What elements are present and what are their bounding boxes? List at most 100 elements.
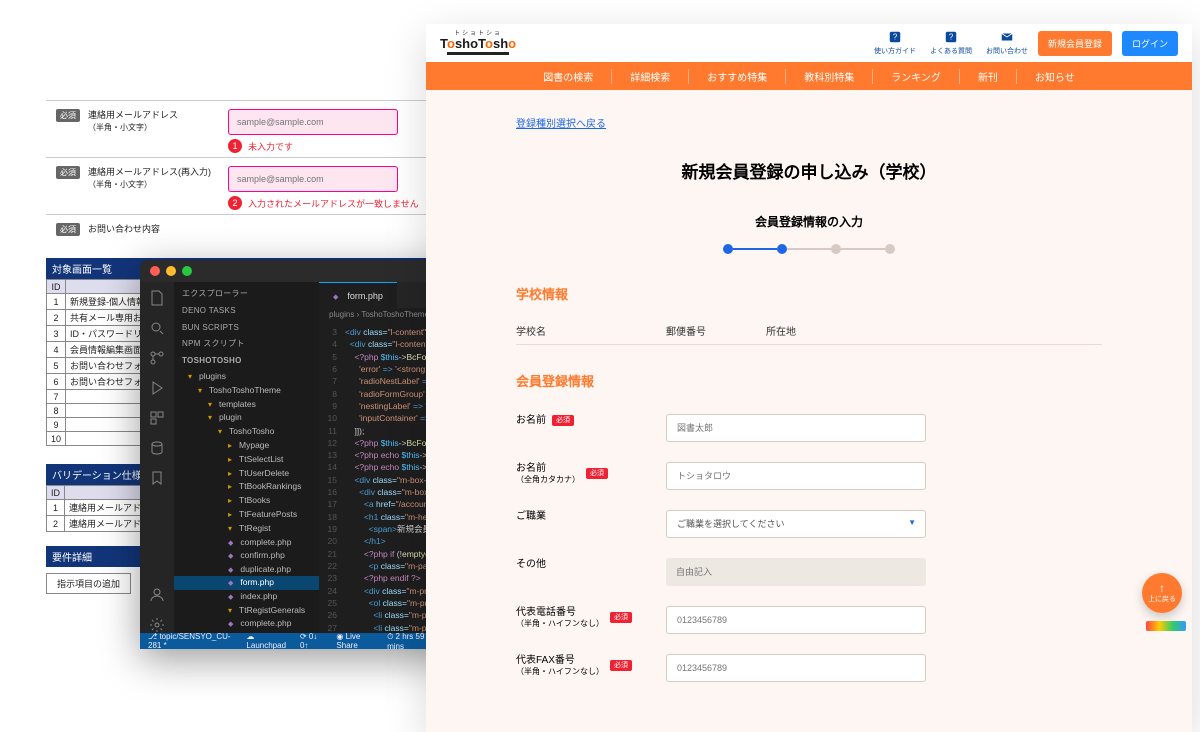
- db-icon[interactable]: [149, 440, 165, 456]
- mail-icon: [1000, 30, 1014, 44]
- folder-tree-item[interactable]: templates: [174, 398, 319, 412]
- folder-tree-item[interactable]: TtFeaturePosts: [174, 508, 319, 522]
- section-npm[interactable]: NPM スクリプト: [174, 336, 319, 353]
- line-number: 19: [319, 523, 345, 535]
- tree-label: form.php: [240, 576, 274, 590]
- explorer-header: エクスプローラー: [174, 286, 319, 303]
- folder-tree-item[interactable]: TtBooks: [174, 494, 319, 508]
- status-item[interactable]: ◉ Live Share: [336, 632, 377, 650]
- line-number: 9: [319, 400, 345, 412]
- color-strip-icon: [1146, 621, 1186, 631]
- file-tree-item[interactable]: duplicate.php: [174, 563, 319, 577]
- file-tree-item[interactable]: complete.php: [174, 617, 319, 631]
- text-input[interactable]: [666, 558, 926, 586]
- debug-icon[interactable]: [149, 380, 165, 396]
- nav-item[interactable]: 教科別特集: [786, 69, 873, 84]
- folder-tree-item[interactable]: TtUserDelete: [174, 467, 319, 481]
- login-button[interactable]: ログイン: [1122, 31, 1178, 56]
- folder-tree-item[interactable]: TtRegistGenerals: [174, 604, 319, 618]
- vscode-activity-bar: [140, 282, 174, 633]
- status-item[interactable]: ⟳ 0↓ 0↑: [300, 632, 324, 649]
- folder-tree-item[interactable]: plugins: [174, 370, 319, 384]
- folder-tree-item[interactable]: ToshoToshoTheme: [174, 384, 319, 398]
- brand-logo[interactable]: トショトショ ToshoTosho: [440, 31, 516, 55]
- account-icon[interactable]: [149, 587, 165, 603]
- field-label: ご職業: [516, 510, 666, 523]
- field-label: お名前必須: [516, 414, 666, 427]
- back-to-top-button[interactable]: 上に戻る: [1142, 573, 1182, 613]
- folder-icon: [228, 467, 235, 481]
- school-table-head: 学校名 郵便番号 所在地: [516, 317, 1102, 345]
- folder-tree-item[interactable]: plugin: [174, 411, 319, 425]
- folder-icon: [198, 384, 205, 398]
- traffic-min-icon[interactable]: [166, 266, 176, 276]
- nav-item[interactable]: お知らせ: [1017, 69, 1093, 84]
- section-deno[interactable]: DENO TASKS: [174, 303, 319, 320]
- line-number: 22: [319, 560, 345, 572]
- traffic-max-icon[interactable]: [182, 266, 192, 276]
- folder-icon: [188, 370, 195, 384]
- folder-icon: [218, 425, 225, 439]
- text-input[interactable]: [666, 414, 926, 442]
- header-util-mail[interactable]: お問い合わせ: [986, 30, 1028, 56]
- form-row: その他: [516, 548, 1102, 596]
- nav-item[interactable]: 図書の検索: [525, 69, 612, 84]
- register-button[interactable]: 新規会員登録: [1038, 31, 1112, 56]
- text-input[interactable]: [666, 462, 926, 490]
- folder-icon: [228, 522, 235, 536]
- folder-tree-item[interactable]: TtBookRankings: [174, 480, 319, 494]
- folder-tree-item[interactable]: Mypage: [174, 439, 319, 453]
- form-row: お名前必須: [516, 404, 1102, 452]
- folder-tree-item[interactable]: ToshoTosho: [174, 425, 319, 439]
- file-tree-item[interactable]: form.php: [174, 576, 319, 590]
- tree-label: Mypage: [239, 439, 269, 453]
- text-input[interactable]: [666, 654, 926, 682]
- folder-icon: [228, 604, 235, 618]
- search-icon[interactable]: [149, 320, 165, 336]
- spec-add-button[interactable]: 指示項目の追加: [46, 573, 131, 594]
- spec-input-field[interactable]: [228, 109, 398, 135]
- header-util-faq[interactable]: ?よくある質問: [930, 30, 972, 56]
- tree-label: confirm.php: [240, 549, 284, 563]
- folder-tree-item[interactable]: TtRegist: [174, 522, 319, 536]
- traffic-close-icon[interactable]: [150, 266, 160, 276]
- file-tree-item[interactable]: index.php: [174, 590, 319, 604]
- col-school-name: 学校名: [516, 323, 666, 338]
- bookmark-icon[interactable]: [149, 470, 165, 486]
- tab-label: form.php: [347, 291, 383, 301]
- line-number: 15: [319, 474, 345, 486]
- status-item[interactable]: ☁ Launchpad: [246, 632, 290, 649]
- file-tree-item[interactable]: confirm.php: [174, 549, 319, 563]
- section-bun[interactable]: BUN SCRIPTS: [174, 320, 319, 337]
- spec-input-field[interactable]: [228, 166, 398, 192]
- line-number: 21: [319, 548, 345, 560]
- folder-tree-item[interactable]: TtSelectList: [174, 453, 319, 467]
- status-item[interactable]: ⎇ topic/SENSYO_CU-281 *: [148, 632, 236, 649]
- gear-icon[interactable]: [149, 617, 165, 633]
- back-link[interactable]: 登録種別選択へ戻る: [516, 119, 606, 130]
- occupation-select[interactable]: ご職業を選択してください: [666, 510, 926, 538]
- line-number: 7: [319, 375, 345, 387]
- nav-item[interactable]: ランキング: [873, 69, 960, 84]
- files-icon[interactable]: [149, 290, 165, 306]
- form-row: ご職業ご職業を選択してください: [516, 500, 1102, 548]
- book-icon: [447, 52, 509, 55]
- toshotosho-app: トショトショ ToshoTosho ?使い方ガイド ?よくある質問お問い合わせ 新…: [426, 24, 1192, 732]
- nav-item[interactable]: 詳細検索: [612, 69, 689, 84]
- header-util-help[interactable]: ?使い方ガイド: [874, 30, 916, 56]
- line-number: 6: [319, 363, 345, 375]
- field-label: 代表電話番号（半角・ハイフンなし）必須: [516, 606, 666, 629]
- text-input[interactable]: [666, 606, 926, 634]
- tree-label: TtRegistGenerals: [239, 604, 305, 618]
- line-number: 26: [319, 609, 345, 621]
- extensions-icon[interactable]: [149, 410, 165, 426]
- php-icon: [228, 617, 236, 631]
- tree-label: TtRegist: [239, 522, 271, 536]
- tree-label: TtBookRankings: [239, 480, 301, 494]
- editor-tab-form[interactable]: form.php: [319, 282, 397, 308]
- nav-item[interactable]: 新刊: [960, 69, 1017, 84]
- branch-icon[interactable]: [149, 350, 165, 366]
- file-tree-item[interactable]: complete.php: [174, 536, 319, 550]
- nav-item[interactable]: おすすめ特集: [689, 69, 786, 84]
- section-workspace[interactable]: TOSHOTOSHO: [174, 353, 319, 370]
